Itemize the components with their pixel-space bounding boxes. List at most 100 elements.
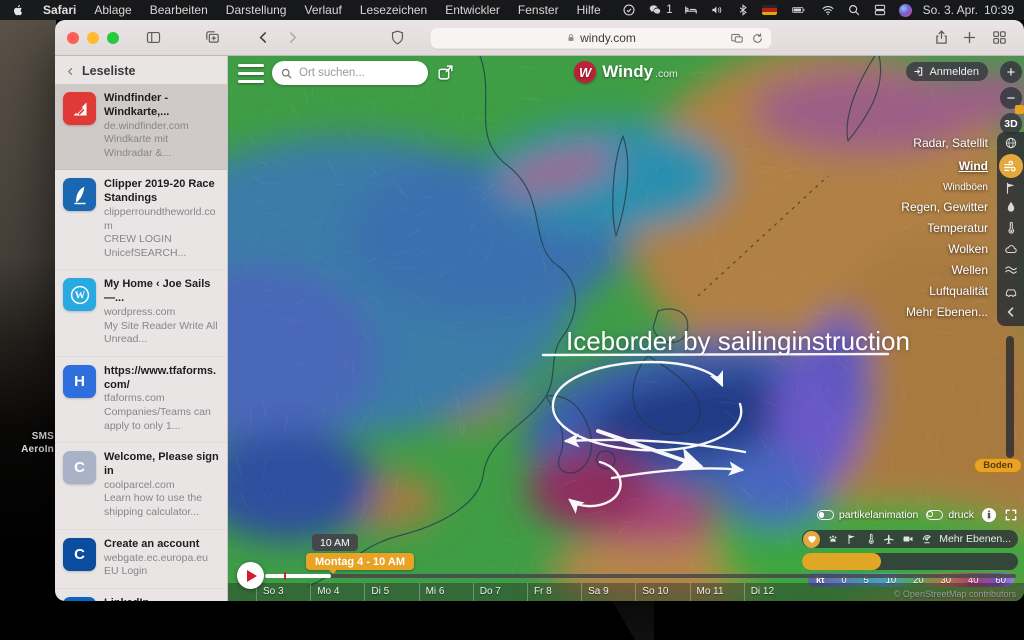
desktop-icon-label[interactable]: SMS [0,431,54,442]
close-window-button[interactable] [67,32,79,44]
thermometer-icon[interactable] [865,533,877,545]
timeline-day-cell[interactable]: So 3 [256,583,310,601]
wechat-icon[interactable] [647,3,662,18]
reading-list-item[interactable]: C Create an account webgate.ec.europa.eu… [55,530,227,589]
timeline-day-cell[interactable]: Do 7 [473,583,527,601]
item-title: Create an account [104,538,219,552]
timeline-day-cell[interactable]: Fr 8 [527,583,581,601]
reading-list-item[interactable]: H https://www.tfaforms.com/ tfaforms.com… [55,357,227,443]
item-title: My Home ‹ Joe Sails —... [104,278,219,306]
fullscreen-icon[interactable] [1004,508,1018,522]
menu-hamburger-icon[interactable] [238,64,264,83]
back-button[interactable] [255,29,272,46]
new-tab-group-icon[interactable] [204,29,221,46]
timeline-day-cell[interactable]: Mi 6 [419,583,473,601]
siri-icon[interactable] [899,4,912,17]
menu-item[interactable]: Darstellung [226,3,287,17]
more-layers-link[interactable]: Mehr Ebenen... [939,533,1011,545]
timeline-day-cell[interactable]: So 10 [635,583,689,601]
desktop-icon-label[interactable]: AeroIn [0,444,54,455]
weather-map[interactable]: Iceborder by sailinginstruction Ort such… [228,56,1024,601]
info-button[interactable]: i [982,508,996,522]
zoom-window-button[interactable] [107,32,119,44]
layer-menu-item[interactable]: Wind [724,153,1024,179]
altitude-slider[interactable] [1006,336,1014,458]
reading-list-item[interactable]: Windfinder - Windkarte,... de.windfinder… [55,84,227,170]
menu-item[interactable]: Entwickler [445,3,500,17]
bed-icon[interactable] [684,3,699,18]
share-map-icon[interactable] [436,63,455,82]
menu-bar-clock[interactable]: So. 3. Apr.10:39 [923,3,1014,17]
new-tab-button[interactable] [961,29,978,46]
apple-icon[interactable] [10,3,25,18]
layer-menu-item[interactable]: Windböen [724,179,1024,196]
back-chevron-icon[interactable] [65,66,76,77]
menu-item[interactable]: Ablage [94,3,131,17]
map-toggle[interactable]: partikelanimation [817,509,918,521]
login-button[interactable]: Anmelden [906,62,988,81]
bluetooth-icon[interactable] [736,3,751,18]
toggle-switch[interactable] [817,510,834,520]
menu-item-app[interactable]: Safari [43,3,76,17]
toggle-switch[interactable] [926,510,943,520]
reading-list-item[interactable]: Clipper 2019-20 Race Standings clipperro… [55,170,227,270]
reading-list-item[interactable]: C Welcome, Please sign in coolparcel.com… [55,443,227,529]
reload-icon[interactable] [751,32,764,45]
timeline-track[interactable] [265,574,1016,578]
item-title: Welcome, Please sign in [104,451,219,479]
layer-menu-item[interactable]: Radar, Satellit [724,132,1024,153]
sidebar-toggle-icon[interactable] [145,29,162,46]
timeline-current-label[interactable]: Montag 4 - 10 AM [306,553,414,570]
status-check-icon[interactable] [621,3,636,18]
play-button[interactable] [237,562,264,589]
address-bar[interactable]: windy.com [430,27,772,49]
tab-overview-button[interactable] [991,29,1008,46]
display-stack-icon[interactable] [873,3,888,18]
heart-icon[interactable] [803,531,820,548]
forward-button[interactable] [284,29,301,46]
timeline-day-cell[interactable]: Sa 9 [581,583,635,601]
layer-menu-item[interactable]: Luftqualität [724,280,1024,301]
radar-icon[interactable] [921,533,933,545]
battery-icon[interactable] [788,3,810,18]
timeline-day-cell[interactable]: Mo 11 [690,583,744,601]
layer-menu-item[interactable]: Mehr Ebenen... [724,301,1024,322]
altitude-ground-button[interactable]: Boden [974,458,1022,473]
menu-item[interactable]: Bearbeiten [150,3,208,17]
timeline-day-cell[interactable]: Di 5 [364,583,418,601]
timeline-calendar-strip[interactable]: So 3Mo 4Di 5Mi 6Do 7Fr 8Sa 9So 10Mo 11Di… [228,583,1024,601]
flag-icon[interactable] [846,533,858,545]
privacy-shield-icon[interactable] [389,29,406,46]
paw-icon[interactable] [827,533,839,545]
reading-list-item[interactable]: in LinkedIn linkedin.com [55,589,227,601]
layer-menu-item[interactable]: Wellen [724,259,1024,280]
layer-menu-item[interactable]: Regen, Gewitter [724,196,1024,217]
map-toggle[interactable]: druck [926,509,974,521]
plane-icon[interactable] [883,533,895,545]
zoom-in-button[interactable]: + [1000,61,1022,83]
model-button[interactable] [802,553,881,570]
model-button[interactable] [881,553,950,570]
layer-label: Wolken [948,242,988,256]
search-input[interactable]: Ort suchen... [272,61,428,85]
menu-item[interactable]: Verlauf [304,3,341,17]
site-icon: H [63,365,96,398]
model-button[interactable] [949,553,1018,570]
timeline-day-cell[interactable]: Mo 4 [310,583,364,601]
share-button[interactable] [933,29,950,46]
layer-menu-item[interactable]: Temperatur [724,217,1024,238]
german-keyboard-flag-icon[interactable] [762,5,777,15]
menu-item[interactable]: Lesezeichen [360,3,427,17]
wifi-icon[interactable] [821,3,836,18]
layer-menu-item[interactable]: Wolken [724,238,1024,259]
minimize-window-button[interactable] [87,32,99,44]
webcam-icon[interactable] [902,533,914,545]
page-preview-icon[interactable] [730,31,744,45]
volume-icon[interactable] [710,3,725,18]
menu-item[interactable]: Fenster [518,3,559,17]
timeline-day-cell[interactable]: Di 12 [744,583,798,601]
spotlight-search-icon[interactable] [847,3,862,18]
menu-item[interactable]: Hilfe [577,3,601,17]
flag-icon [997,181,1024,195]
reading-list-item[interactable]: W My Home ‹ Joe Sails —... wordpress.com… [55,270,227,356]
